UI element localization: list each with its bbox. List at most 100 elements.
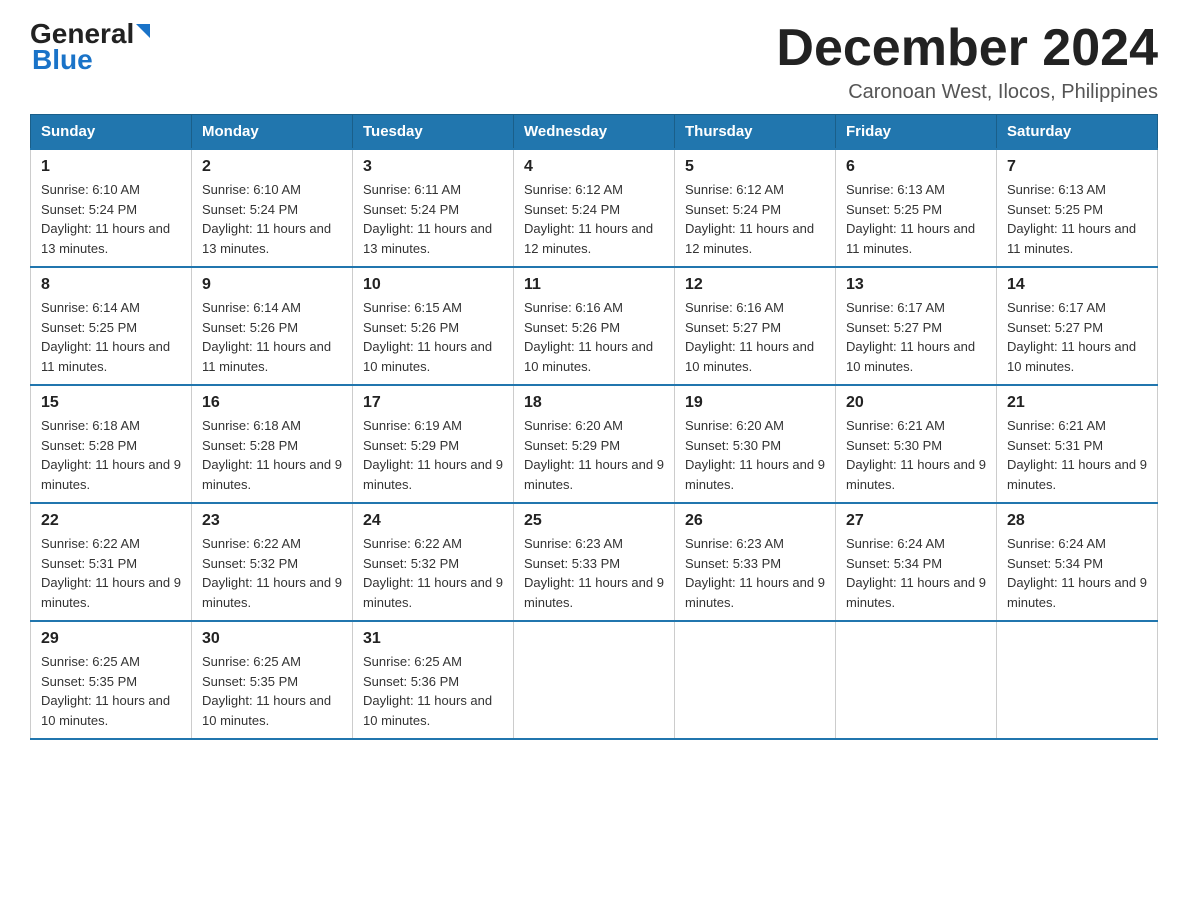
- day-info: Sunrise: 6:23 AMSunset: 5:33 PMDaylight:…: [685, 536, 825, 610]
- day-number: 22: [41, 512, 181, 530]
- day-info: Sunrise: 6:12 AMSunset: 5:24 PMDaylight:…: [524, 182, 653, 256]
- calendar-cell: 27 Sunrise: 6:24 AMSunset: 5:34 PMDayligh…: [836, 503, 997, 621]
- day-number: 30: [202, 630, 342, 648]
- day-info: Sunrise: 6:16 AMSunset: 5:26 PMDaylight:…: [524, 300, 653, 374]
- day-number: 5: [685, 158, 825, 176]
- day-info: Sunrise: 6:10 AMSunset: 5:24 PMDaylight:…: [202, 182, 331, 256]
- day-info: Sunrise: 6:24 AMSunset: 5:34 PMDaylight:…: [1007, 536, 1147, 610]
- month-title: December 2024: [776, 20, 1158, 77]
- day-number: 31: [363, 630, 503, 648]
- day-number: 9: [202, 276, 342, 294]
- calendar-cell: 1 Sunrise: 6:10 AMSunset: 5:24 PMDaylight…: [31, 149, 192, 267]
- day-info: Sunrise: 6:18 AMSunset: 5:28 PMDaylight:…: [41, 418, 181, 492]
- header-saturday: Saturday: [997, 115, 1158, 150]
- calendar-cell: 13 Sunrise: 6:17 AMSunset: 5:27 PMDayligh…: [836, 267, 997, 385]
- calendar-cell: 23 Sunrise: 6:22 AMSunset: 5:32 PMDayligh…: [192, 503, 353, 621]
- day-info: Sunrise: 6:15 AMSunset: 5:26 PMDaylight:…: [363, 300, 492, 374]
- day-info: Sunrise: 6:11 AMSunset: 5:24 PMDaylight:…: [363, 182, 492, 256]
- calendar-header-row: SundayMondayTuesdayWednesdayThursdayFrid…: [31, 115, 1158, 150]
- day-number: 4: [524, 158, 664, 176]
- day-number: 29: [41, 630, 181, 648]
- day-number: 6: [846, 158, 986, 176]
- day-info: Sunrise: 6:25 AMSunset: 5:36 PMDaylight:…: [363, 654, 492, 728]
- day-number: 16: [202, 394, 342, 412]
- calendar-cell: 5 Sunrise: 6:12 AMSunset: 5:24 PMDaylight…: [675, 149, 836, 267]
- day-number: 7: [1007, 158, 1147, 176]
- day-number: 23: [202, 512, 342, 530]
- logo: General Blue: [30, 20, 150, 76]
- day-info: Sunrise: 6:25 AMSunset: 5:35 PMDaylight:…: [202, 654, 331, 728]
- day-number: 27: [846, 512, 986, 530]
- day-info: Sunrise: 6:22 AMSunset: 5:31 PMDaylight:…: [41, 536, 181, 610]
- day-info: Sunrise: 6:14 AMSunset: 5:25 PMDaylight:…: [41, 300, 170, 374]
- calendar-cell: 12Sunrise: 6:16 AMSunset: 5:27 PMDayligh…: [675, 267, 836, 385]
- calendar-week-4: 22 Sunrise: 6:22 AMSunset: 5:31 PMDayligh…: [31, 503, 1158, 621]
- day-info: Sunrise: 6:21 AMSunset: 5:30 PMDaylight:…: [846, 418, 986, 492]
- day-info: Sunrise: 6:14 AMSunset: 5:26 PMDaylight:…: [202, 300, 331, 374]
- day-info: Sunrise: 6:23 AMSunset: 5:33 PMDaylight:…: [524, 536, 664, 610]
- calendar-week-1: 1 Sunrise: 6:10 AMSunset: 5:24 PMDaylight…: [31, 149, 1158, 267]
- calendar-week-2: 8 Sunrise: 6:14 AMSunset: 5:25 PMDaylight…: [31, 267, 1158, 385]
- calendar-cell: 26Sunrise: 6:23 AMSunset: 5:33 PMDayligh…: [675, 503, 836, 621]
- calendar-week-3: 15 Sunrise: 6:18 AMSunset: 5:28 PMDayligh…: [31, 385, 1158, 503]
- header-sunday: Sunday: [31, 115, 192, 150]
- day-info: Sunrise: 6:17 AMSunset: 5:27 PMDaylight:…: [846, 300, 975, 374]
- page-header: General Blue December 2024 Caronoan West…: [30, 20, 1158, 104]
- day-info: Sunrise: 6:10 AMSunset: 5:24 PMDaylight:…: [41, 182, 170, 256]
- day-info: Sunrise: 6:21 AMSunset: 5:31 PMDaylight:…: [1007, 418, 1147, 492]
- calendar-cell: 10 Sunrise: 6:15 AMSunset: 5:26 PMDayligh…: [353, 267, 514, 385]
- day-info: Sunrise: 6:19 AMSunset: 5:29 PMDaylight:…: [363, 418, 503, 492]
- day-number: 18: [524, 394, 664, 412]
- day-info: Sunrise: 6:20 AMSunset: 5:29 PMDaylight:…: [524, 418, 664, 492]
- calendar-cell: 8 Sunrise: 6:14 AMSunset: 5:25 PMDaylight…: [31, 267, 192, 385]
- calendar-cell: 25Sunrise: 6:23 AMSunset: 5:33 PMDayligh…: [514, 503, 675, 621]
- day-info: Sunrise: 6:22 AMSunset: 5:32 PMDaylight:…: [202, 536, 342, 610]
- logo-arrow-icon: [136, 24, 150, 38]
- calendar-cell: 7 Sunrise: 6:13 AMSunset: 5:25 PMDaylight…: [997, 149, 1158, 267]
- calendar-cell: 6 Sunrise: 6:13 AMSunset: 5:25 PMDaylight…: [836, 149, 997, 267]
- logo-blue: Blue: [32, 44, 93, 76]
- calendar-cell: 24 Sunrise: 6:22 AMSunset: 5:32 PMDayligh…: [353, 503, 514, 621]
- day-info: Sunrise: 6:13 AMSunset: 5:25 PMDaylight:…: [846, 182, 975, 256]
- calendar-table: SundayMondayTuesdayWednesdayThursdayFrid…: [30, 114, 1158, 740]
- day-number: 28: [1007, 512, 1147, 530]
- calendar-cell: 4 Sunrise: 6:12 AMSunset: 5:24 PMDaylight…: [514, 149, 675, 267]
- day-number: 10: [363, 276, 503, 294]
- title-area: December 2024 Caronoan West, Ilocos, Phi…: [776, 20, 1158, 104]
- day-number: 24: [363, 512, 503, 530]
- day-number: 8: [41, 276, 181, 294]
- header-thursday: Thursday: [675, 115, 836, 150]
- calendar-cell: 2Sunrise: 6:10 AMSunset: 5:24 PMDaylight…: [192, 149, 353, 267]
- header-friday: Friday: [836, 115, 997, 150]
- day-number: 3: [363, 158, 503, 176]
- day-number: 19: [685, 394, 825, 412]
- day-info: Sunrise: 6:24 AMSunset: 5:34 PMDaylight:…: [846, 536, 986, 610]
- calendar-cell: 22 Sunrise: 6:22 AMSunset: 5:31 PMDayligh…: [31, 503, 192, 621]
- day-info: Sunrise: 6:13 AMSunset: 5:25 PMDaylight:…: [1007, 182, 1136, 256]
- day-info: Sunrise: 6:20 AMSunset: 5:30 PMDaylight:…: [685, 418, 825, 492]
- calendar-cell: 9 Sunrise: 6:14 AMSunset: 5:26 PMDaylight…: [192, 267, 353, 385]
- day-number: 13: [846, 276, 986, 294]
- day-number: 21: [1007, 394, 1147, 412]
- calendar-cell: 30 Sunrise: 6:25 AMSunset: 5:35 PMDayligh…: [192, 621, 353, 739]
- day-info: Sunrise: 6:18 AMSunset: 5:28 PMDaylight:…: [202, 418, 342, 492]
- day-number: 14: [1007, 276, 1147, 294]
- day-info: Sunrise: 6:12 AMSunset: 5:24 PMDaylight:…: [685, 182, 814, 256]
- day-info: Sunrise: 6:25 AMSunset: 5:35 PMDaylight:…: [41, 654, 170, 728]
- calendar-cell: 18 Sunrise: 6:20 AMSunset: 5:29 PMDayligh…: [514, 385, 675, 503]
- calendar-cell: 28 Sunrise: 6:24 AMSunset: 5:34 PMDayligh…: [997, 503, 1158, 621]
- header-tuesday: Tuesday: [353, 115, 514, 150]
- calendar-week-5: 29 Sunrise: 6:25 AMSunset: 5:35 PMDayligh…: [31, 621, 1158, 739]
- calendar-cell: 31 Sunrise: 6:25 AMSunset: 5:36 PMDayligh…: [353, 621, 514, 739]
- location-title: Caronoan West, Ilocos, Philippines: [776, 81, 1158, 104]
- day-number: 1: [41, 158, 181, 176]
- day-number: 15: [41, 394, 181, 412]
- day-number: 11: [524, 276, 664, 294]
- day-number: 20: [846, 394, 986, 412]
- calendar-cell: 17Sunrise: 6:19 AMSunset: 5:29 PMDayligh…: [353, 385, 514, 503]
- calendar-cell: 3 Sunrise: 6:11 AMSunset: 5:24 PMDaylight…: [353, 149, 514, 267]
- day-info: Sunrise: 6:22 AMSunset: 5:32 PMDaylight:…: [363, 536, 503, 610]
- calendar-cell: 19 Sunrise: 6:20 AMSunset: 5:30 PMDayligh…: [675, 385, 836, 503]
- calendar-cell: 14Sunrise: 6:17 AMSunset: 5:27 PMDayligh…: [997, 267, 1158, 385]
- header-wednesday: Wednesday: [514, 115, 675, 150]
